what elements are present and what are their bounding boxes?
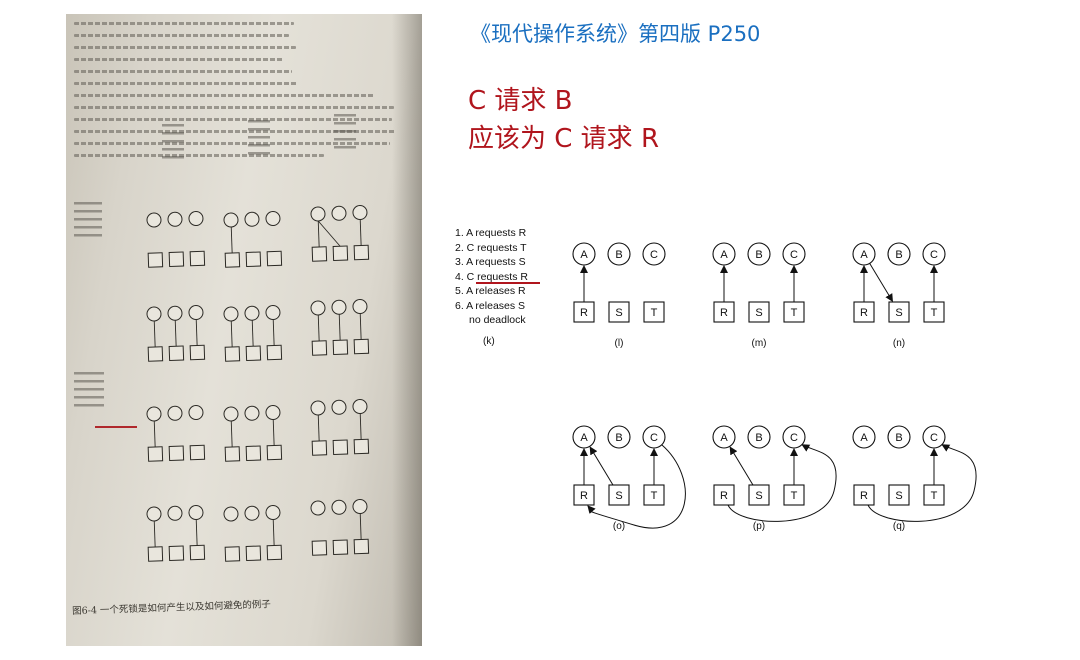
panel-label: (m) [752,338,767,349]
svg-text:A: A [580,249,588,261]
svg-text:B: B [755,432,762,444]
svg-text:R: R [860,307,868,319]
svg-text:T: T [791,307,798,319]
resource-node: T [923,301,945,323]
process-node: B [747,425,771,449]
panel-label: (o) [613,521,625,532]
svg-text:T: T [931,307,938,319]
graph-panel: A B C R S T (n) [852,242,946,349]
process-node: B [887,425,911,449]
svg-text:C: C [930,432,938,444]
svg-text:C: C [650,432,658,444]
resource-node: R [713,301,735,323]
resource-allocation-graphs: A B C R S T (l) A B C R S T (m) A B C R S T (n) A B C R S T (o) A B C R… [572,242,977,532]
process-node: B [607,242,631,266]
process-node: C [782,425,806,449]
svg-text:A: A [720,249,728,261]
svg-text:B: B [755,249,762,261]
svg-text:S: S [615,307,622,319]
resource-node: T [643,484,665,506]
panel-label: (p) [753,521,765,532]
resource-node: S [888,484,910,506]
edge-C-R [587,444,686,529]
process-node: C [922,242,946,266]
svg-text:T: T [651,307,658,319]
resource-node: S [748,484,770,506]
process-node: C [922,425,946,449]
edge-S-A [729,446,754,486]
process-node: A [712,425,736,449]
svg-text:T: T [651,490,658,502]
resource-node: T [643,301,665,323]
svg-text:A: A [720,432,728,444]
edge-A-S [869,263,893,303]
resource-node: R [573,301,595,323]
resource-node: T [783,301,805,323]
svg-text:C: C [790,432,798,444]
panel-label: (n) [893,338,905,349]
process-node: A [852,425,876,449]
svg-text:S: S [755,307,762,319]
edge-S-A [589,446,614,486]
svg-text:B: B [895,432,902,444]
svg-text:T: T [791,490,798,502]
resource-node: S [608,484,630,506]
process-node: C [642,242,666,266]
resource-node: R [853,301,875,323]
resource-node: S [748,301,770,323]
svg-text:C: C [930,249,938,261]
svg-text:A: A [580,432,588,444]
process-node: C [782,242,806,266]
svg-text:B: B [615,432,622,444]
svg-text:R: R [720,490,728,502]
resource-node: T [783,484,805,506]
process-node: A [572,242,596,266]
resource-node: T [923,484,945,506]
resource-node: S [608,301,630,323]
resource-node: R [713,484,735,506]
process-node: B [747,242,771,266]
graph-panel: A B C R S T (o) [572,425,686,532]
svg-text:B: B [895,249,902,261]
panel-label: (l) [615,338,624,349]
svg-text:S: S [755,490,762,502]
svg-text:R: R [860,490,868,502]
resource-node: R [853,484,875,506]
graph-panel: A B C R S T (l) [572,242,666,349]
resource-node: R [573,484,595,506]
edge-R-C [867,444,977,522]
svg-text:B: B [615,249,622,261]
svg-text:C: C [650,249,658,261]
edge-R-C [727,444,837,522]
svg-text:A: A [860,249,868,261]
svg-text:S: S [895,490,902,502]
svg-text:T: T [931,490,938,502]
panel-label: (q) [893,521,905,532]
svg-text:R: R [580,490,588,502]
graph-panel: A B C R S T (q) [852,425,977,532]
graph-panel: A B C R S T (p) [712,425,837,532]
process-node: A [572,425,596,449]
graph-panel: A B C R S T (m) [712,242,806,349]
svg-text:S: S [615,490,622,502]
process-node: B [887,242,911,266]
svg-text:C: C [790,249,798,261]
resource-node: S [888,301,910,323]
svg-text:S: S [895,307,902,319]
process-node: A [712,242,736,266]
svg-text:A: A [860,432,868,444]
process-node: A [852,242,876,266]
svg-text:R: R [580,307,588,319]
svg-text:R: R [720,307,728,319]
process-node: B [607,425,631,449]
